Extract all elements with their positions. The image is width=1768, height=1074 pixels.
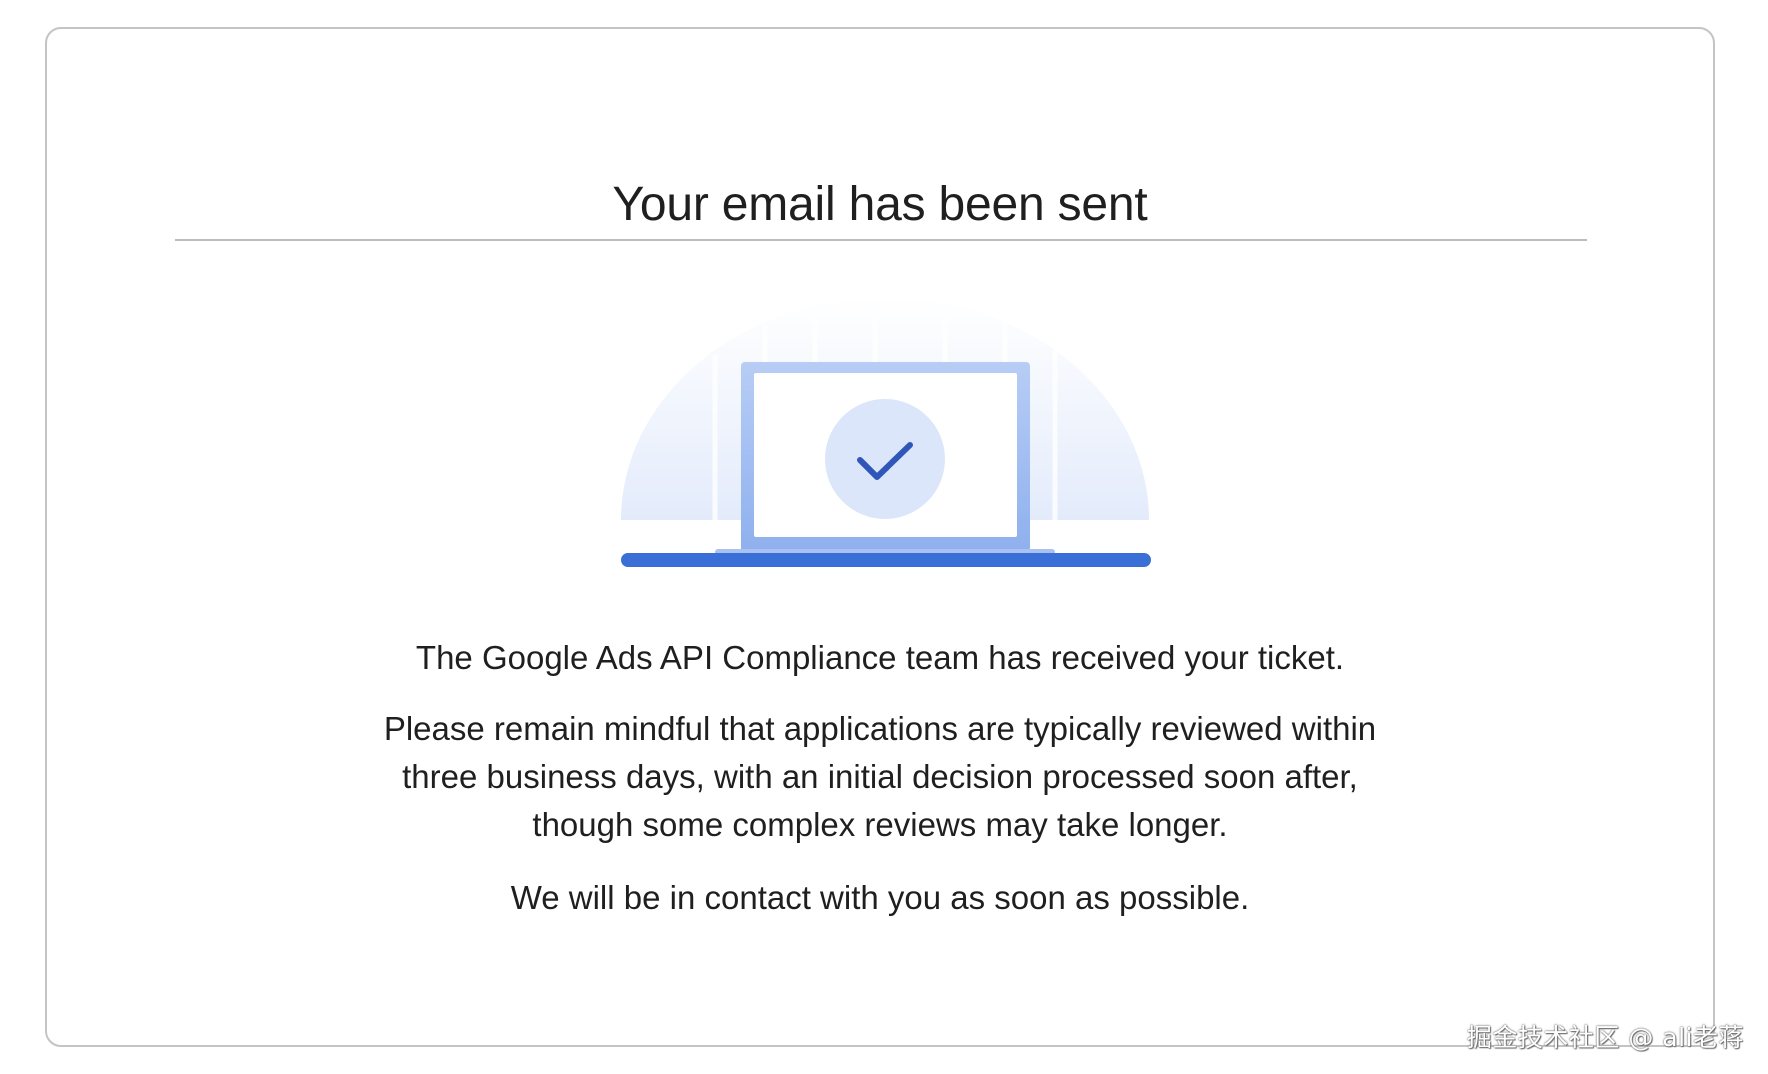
laptop-checkmark-icon (621, 298, 1151, 567)
message-contact: We will be in contact with you as soon a… (510, 879, 1250, 916)
message-received: The Google Ads API Compliance team has r… (415, 639, 1345, 676)
base-line (621, 553, 1151, 567)
title-divider (175, 239, 1587, 241)
message-review-time: Please remain mindful that applications … (383, 710, 1377, 843)
check-circle (825, 399, 945, 519)
confirmation-card: Your email has been sent The Google Ads … (45, 27, 1715, 1047)
watermark: 掘金技术社区 @ ali老蒋 (1466, 1023, 1744, 1052)
page-title: Your email has been sent (612, 178, 1148, 231)
